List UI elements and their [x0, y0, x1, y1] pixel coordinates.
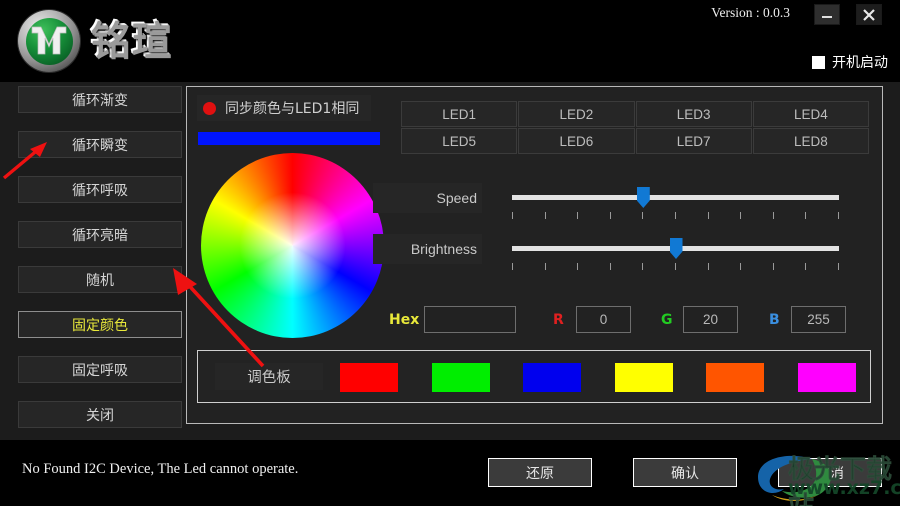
sidebar-item-label: 固定颜色 [72, 317, 128, 334]
cancel-button[interactable]: 取消 [778, 458, 882, 487]
palette-swatch-1[interactable] [340, 363, 398, 392]
sidebar-item-random[interactable]: 随机 [18, 266, 182, 293]
palette-swatch-5[interactable] [706, 363, 765, 392]
palette-label: 调色板 [215, 363, 323, 390]
confirm-button[interactable]: 确认 [633, 458, 737, 487]
brightness-slider-ticks [512, 263, 839, 271]
sync-color-option[interactable]: 同步颜色与LED1相同 [197, 95, 372, 121]
app-window: 铭瑄 Version : 0.0.3 开机启动 循环渐变 循环瞬变 循环呼吸 循… [0, 0, 900, 506]
status-message: No Found I2C Device, The Led cannot oper… [22, 461, 299, 477]
sidebar-item-label: 循环呼吸 [72, 182, 128, 199]
brightness-slider-row: Brightness [373, 234, 869, 272]
sidebar-item-cycle-flash[interactable]: 循环瞬变 [18, 131, 182, 158]
brand-name: 铭瑄 [86, 20, 172, 62]
minimize-icon [822, 15, 832, 18]
sidebar-item-label: 随机 [86, 272, 114, 289]
sync-color-label: 同步颜色与LED1相同 [225, 101, 360, 117]
sidebar-item-static-color[interactable]: 固定颜色 [18, 311, 182, 338]
autostart-checkbox-box [812, 55, 825, 69]
brand-logo: 铭瑄 [18, 10, 172, 72]
sidebar-item-cycle-breathe[interactable]: 循环呼吸 [18, 176, 182, 203]
close-button[interactable] [856, 4, 882, 25]
brightness-slider-thumb[interactable] [669, 238, 683, 259]
hex-input[interactable] [424, 306, 516, 333]
color-wheel[interactable] [201, 153, 384, 338]
sidebar-item-static-breathe[interactable]: 固定呼吸 [18, 356, 182, 383]
sidebar-item-label: 关闭 [86, 407, 114, 424]
speed-label: Speed [373, 183, 482, 213]
led-button-7[interactable]: LED7 [635, 128, 752, 154]
hex-label: Hex [389, 312, 420, 328]
sidebar-item-label: 循环渐变 [72, 92, 128, 109]
title-bar: 铭瑄 Version : 0.0.3 开机启动 [0, 0, 900, 82]
mode-sidebar: 循环渐变 循环瞬变 循环呼吸 循环亮暗 随机 固定颜色 固定呼吸 关闭 [18, 86, 182, 446]
b-label: B [769, 312, 780, 328]
palette-swatches [340, 363, 856, 392]
current-color-preview [198, 132, 380, 145]
led-button-label: LED1 [442, 106, 477, 122]
led-button-8[interactable]: LED8 [752, 128, 869, 154]
speed-slider-row: Speed [373, 183, 869, 221]
led-selector-grid: LED1 LED2 LED3 LED4 LED5 LED6 LED7 LED8 [401, 101, 869, 154]
palette-swatch-4[interactable] [614, 363, 673, 392]
led-button-label: LED7 [676, 133, 711, 149]
g-input[interactable]: 20 [683, 306, 738, 333]
led-button-6[interactable]: LED6 [518, 128, 635, 154]
led-button-label: LED4 [793, 106, 828, 122]
speed-slider-track[interactable] [512, 195, 839, 200]
palette-swatch-3[interactable] [523, 363, 582, 392]
sidebar-item-cycle-gradient[interactable]: 循环渐变 [18, 86, 182, 113]
led-button-1[interactable]: LED1 [401, 101, 518, 127]
led-button-label: LED6 [559, 133, 594, 149]
led-button-label: LED5 [442, 133, 477, 149]
minimize-button[interactable] [814, 4, 840, 25]
radio-selected-icon [203, 101, 216, 115]
main-body: 循环渐变 循环瞬变 循环呼吸 循环亮暗 随机 固定颜色 固定呼吸 关闭 同步颜色… [0, 82, 900, 440]
autostart-checkbox[interactable]: 开机启动 [812, 52, 888, 72]
settings-panel: 同步颜色与LED1相同 LED1 LED2 LED3 LED4 LED5 LED… [186, 86, 883, 424]
speed-slider-ticks [512, 212, 839, 220]
color-value-row: Hex R 0 G 20 B 255 [373, 306, 900, 336]
palette-swatch-6[interactable] [797, 363, 856, 392]
led-button-2[interactable]: LED2 [518, 101, 635, 127]
r-input[interactable]: 0 [576, 306, 631, 333]
logo-inner-circle [25, 17, 73, 65]
brightness-label: Brightness [373, 234, 482, 264]
logo-m-glyph [31, 26, 67, 55]
led-button-3[interactable]: LED3 [635, 101, 752, 127]
led-button-5[interactable]: LED5 [401, 128, 518, 154]
g-label: G [661, 312, 673, 328]
sidebar-item-label: 循环亮暗 [72, 227, 128, 244]
sidebar-item-label: 固定呼吸 [72, 362, 128, 379]
palette-swatch-2[interactable] [431, 363, 490, 392]
color-wheel-disc[interactable] [201, 153, 384, 338]
r-label: R [553, 312, 564, 328]
sidebar-item-off[interactable]: 关闭 [18, 401, 182, 428]
led-button-4[interactable]: LED4 [752, 101, 869, 127]
led-button-label: LED2 [559, 106, 594, 122]
footer-bar: No Found I2C Device, The Led cannot oper… [0, 440, 900, 506]
sidebar-item-label: 循环瞬变 [72, 137, 128, 154]
led-button-label: LED8 [793, 133, 828, 149]
palette-box: 调色板 [197, 350, 871, 403]
sidebar-item-cycle-dim[interactable]: 循环亮暗 [18, 221, 182, 248]
b-input[interactable]: 255 [791, 306, 846, 333]
version-label: Version : 0.0.3 [711, 5, 790, 20]
restore-button[interactable]: 还原 [488, 458, 592, 487]
speed-slider-thumb[interactable] [636, 187, 650, 208]
led-button-label: LED3 [676, 106, 711, 122]
autostart-label: 开机启动 [832, 55, 888, 71]
brightness-slider[interactable] [512, 234, 839, 272]
logo-icon [18, 10, 80, 72]
speed-slider[interactable] [512, 183, 839, 221]
close-icon [863, 8, 875, 21]
